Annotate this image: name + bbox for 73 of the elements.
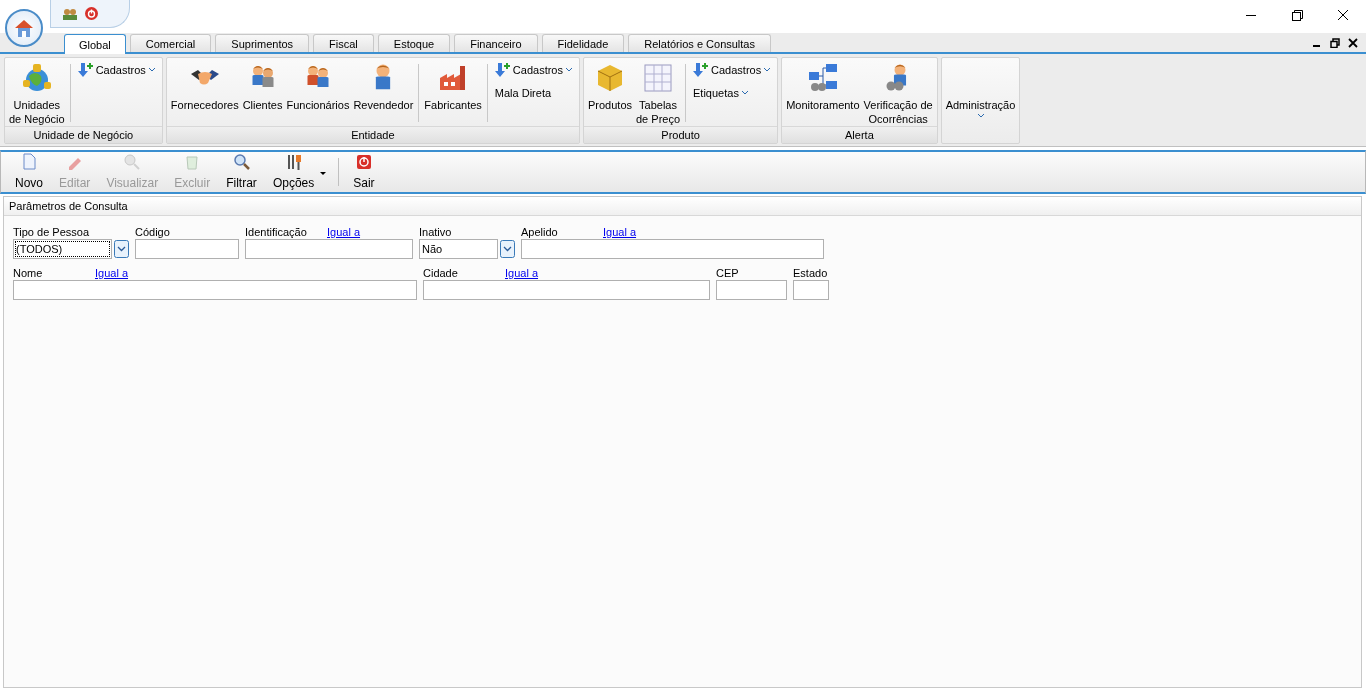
ribbon-tab[interactable]: Fiscal — [313, 34, 374, 52]
dropdown-button[interactable] — [500, 240, 515, 258]
globe-icon — [20, 62, 53, 94]
network-icon — [806, 62, 839, 94]
people-icon[interactable] — [63, 7, 77, 20]
home-button[interactable] — [5, 9, 43, 47]
ribbon-button[interactable]: Funcionários — [286, 98, 350, 112]
ribbon-button[interactable]: Revendedor — [353, 98, 414, 112]
toolbar-button[interactable]: Novo — [7, 152, 51, 192]
ribbon-tab[interactable]: Suprimentos — [215, 34, 310, 52]
field-label: Estado — [793, 267, 828, 279]
ribbon-button[interactable]: Tabelas de Preço — [636, 98, 681, 126]
ribbon-menu-button[interactable]: Cadastros — [711, 62, 762, 78]
field-label: Identificação — [245, 226, 308, 238]
chevron-down-icon — [976, 112, 985, 120]
ribbon-tab[interactable]: Relatórios e Consultas — [628, 34, 771, 52]
dropdown-field[interactable]: Não — [419, 239, 498, 259]
ribbon-menu-button[interactable]: Etiquetas — [693, 85, 739, 101]
power-icon[interactable] — [85, 7, 98, 20]
match-link[interactable]: Igual a — [95, 267, 129, 279]
ribbon-button[interactable]: Fabricantes — [424, 98, 482, 112]
input-field[interactable] — [423, 280, 710, 300]
group-title: Produto — [661, 129, 700, 141]
group-title: Unidade de Negócio — [33, 129, 134, 141]
magnifier-icon — [123, 153, 142, 171]
field-label: Apelido — [521, 226, 559, 238]
toolbar-button[interactable]: Sair — [345, 152, 383, 192]
restore-icon[interactable] — [1330, 37, 1340, 48]
ribbon-tab[interactable]: Estoque — [377, 34, 451, 52]
ribbon-button[interactable]: Verificação de Ocorrências — [863, 98, 933, 126]
input-field[interactable] — [13, 280, 417, 300]
ribbon-tab[interactable]: Comercial — [129, 34, 212, 52]
group-title: Alerta — [845, 129, 874, 141]
ribbon-menu-button[interactable]: Cadastros — [95, 62, 146, 78]
ribbon-tab[interactable]: Global — [64, 34, 126, 54]
field-label: Tipo de Pessoa — [13, 226, 90, 238]
close-icon[interactable] — [1348, 37, 1358, 48]
input-field[interactable] — [135, 239, 239, 259]
ribbon-button[interactable]: Monitoramento — [786, 98, 860, 112]
toolbar-button[interactable]: Opções — [264, 152, 323, 192]
power-icon — [354, 153, 373, 171]
field-label: Nome — [13, 267, 44, 279]
ribbon-tab[interactable]: Fidelidade — [541, 34, 625, 52]
ribbon-button[interactable]: Administração — [945, 98, 1016, 112]
ribbon-button[interactable]: Unidades de Negócio — [9, 98, 65, 126]
ribbon-menu-button[interactable]: Mala Direta — [494, 85, 552, 101]
house-icon — [13, 18, 35, 38]
panel-title: Parâmetros de Consulta — [9, 200, 128, 212]
close-icon — [1337, 9, 1349, 21]
field-label: CEP — [716, 267, 739, 279]
match-link[interactable]: Igual a — [505, 267, 539, 279]
ribbon-button[interactable]: Fornecedores — [170, 98, 239, 112]
dropdown-field[interactable]: (TODOS) — [13, 239, 112, 259]
ribbon-button[interactable]: Produtos — [587, 98, 632, 112]
toolbar-button[interactable]: Filtrar — [218, 152, 265, 192]
dropdown-button[interactable] — [114, 240, 129, 258]
document-icon — [20, 153, 38, 171]
group-title: Entidade — [351, 129, 395, 141]
field-label: Inativo — [419, 226, 452, 238]
input-field[interactable] — [521, 239, 824, 259]
ribbon-button[interactable]: Clientes — [242, 98, 283, 112]
ribbon-tab[interactable]: Financeiro — [454, 34, 538, 52]
match-link[interactable]: Igual a — [603, 226, 637, 238]
restore-icon — [1291, 9, 1303, 21]
magnifier-icon — [232, 153, 251, 171]
input-field[interactable] — [716, 280, 787, 300]
table-icon — [642, 62, 674, 94]
input-field[interactable] — [793, 280, 829, 300]
match-link[interactable]: Igual a — [327, 226, 361, 238]
field-label: Código — [135, 226, 170, 238]
field-label: Cidade — [423, 267, 459, 279]
input-field[interactable] — [245, 239, 413, 259]
ribbon-menu-button[interactable]: Cadastros — [512, 62, 563, 78]
